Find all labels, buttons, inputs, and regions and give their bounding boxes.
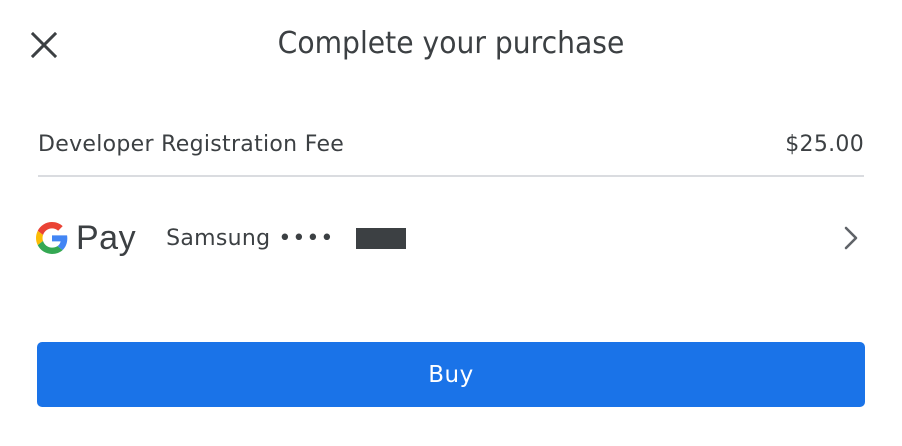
purchase-dialog: Complete your purchase Developer Registr… xyxy=(0,0,902,446)
card-label: Samsung •••• xyxy=(166,225,407,251)
dialog-title: Complete your purchase xyxy=(277,26,625,61)
chevron-right-icon xyxy=(844,226,858,250)
pay-wordmark: Pay xyxy=(76,218,137,257)
redacted-card-digits xyxy=(356,227,407,249)
purchase-item-row: Developer Registration Fee $25.00 xyxy=(38,124,864,164)
buy-button[interactable]: Buy xyxy=(37,342,865,407)
item-name: Developer Registration Fee xyxy=(38,131,345,157)
divider xyxy=(38,175,864,177)
google-g-icon xyxy=(36,222,68,254)
payment-method-row[interactable]: Pay Samsung •••• xyxy=(36,208,866,268)
card-mask: •••• xyxy=(278,225,335,251)
card-name: Samsung xyxy=(166,225,271,251)
item-price: $25.00 xyxy=(785,131,864,157)
chevron-container xyxy=(844,226,858,250)
google-pay-logo: Pay xyxy=(36,208,136,268)
